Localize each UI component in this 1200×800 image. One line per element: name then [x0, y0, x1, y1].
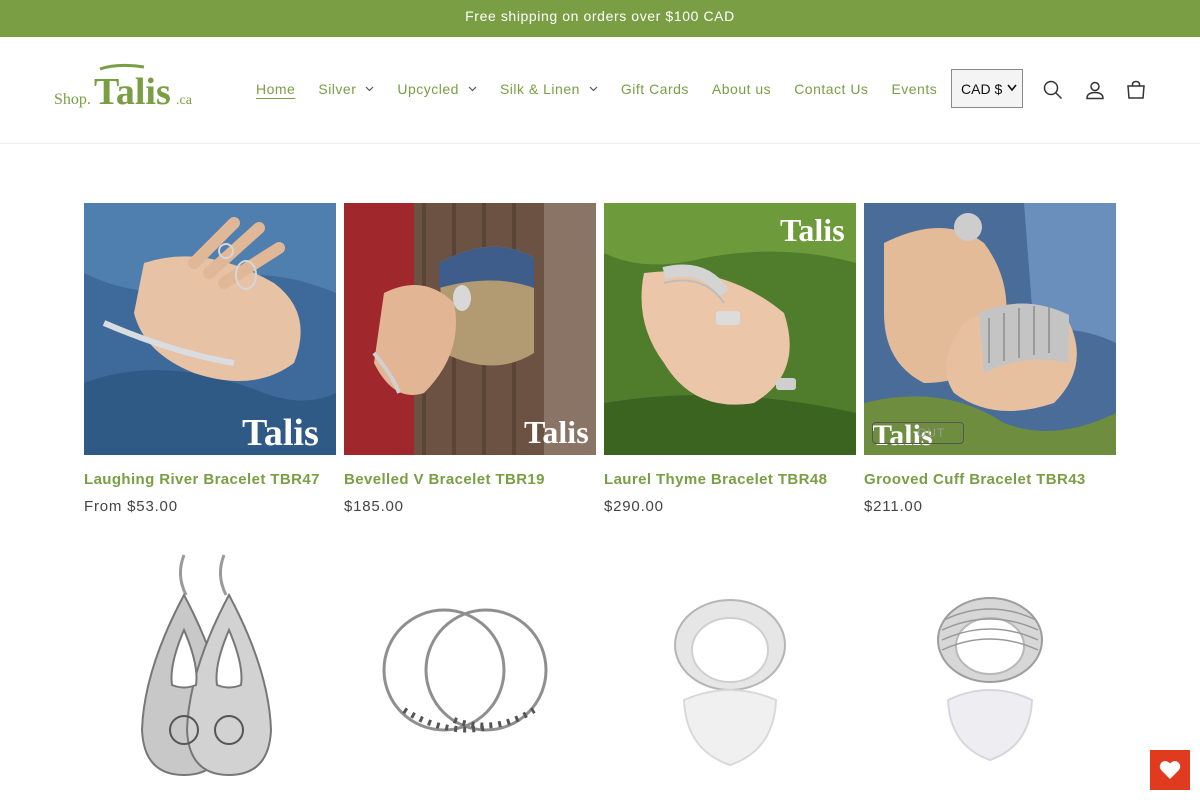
product-card[interactable] [864, 550, 1116, 800]
watermark: Talis [242, 412, 319, 454]
site-header: Shop. Talis .ca Home Silver Upcycled Sil… [0, 37, 1200, 144]
svg-text:.ca: .ca [176, 93, 193, 108]
nav-item-silver[interactable]: Silver [318, 81, 374, 97]
product-image[interactable] [344, 550, 596, 800]
chevron-down-icon [1007, 84, 1017, 92]
product-title[interactable]: Grooved Cuff Bracelet TBR43 [864, 471, 1116, 488]
product-card[interactable]: Talis Laurel Thyme Bracelet TBR48 $290.0… [604, 203, 856, 515]
nav-label: Home [256, 81, 296, 97]
nav-label: About us [711, 81, 772, 97]
nav-label: Gift Cards [620, 81, 689, 97]
product-image[interactable]: Talis [84, 203, 336, 455]
product-card[interactable] [344, 550, 596, 800]
product-price: From $53.00 [84, 498, 178, 515]
nav-item-silk-linen[interactable]: Silk & Linen [500, 81, 598, 97]
nav-label: Contact Us [794, 81, 869, 97]
product-image[interactable] [604, 550, 856, 800]
product-title[interactable]: Laurel Thyme Bracelet TBR48 [604, 471, 856, 488]
heart-icon [1159, 760, 1181, 779]
logo-mark: Shop. Talis .ca [54, 63, 193, 113]
product-title[interactable]: Bevelled V Bracelet TBR19 [344, 471, 596, 488]
announcement-bar: Free shipping on orders over $100 CAD [0, 0, 1200, 37]
nav-item-about-us[interactable]: About us [712, 81, 771, 97]
product-image[interactable]: Talis [864, 203, 1116, 455]
product-card[interactable]: Talis Grooved Cuff Bracelet TBR43 $211.0… [864, 203, 1116, 515]
watermark: Talis [780, 212, 845, 248]
nav-item-contact-us[interactable]: Contact Us [794, 81, 868, 97]
nav-label: Silver [318, 81, 357, 97]
product-image[interactable]: Talis [604, 203, 856, 455]
currency-value: CAD $ [961, 80, 1003, 97]
status-badge: OUT [872, 422, 964, 444]
product-title[interactable]: Laughing River Bracelet TBR47 [84, 471, 336, 488]
nav-item-events[interactable]: Events [891, 81, 937, 97]
currency-select[interactable]: CAD $ [951, 69, 1023, 108]
nav-label: Silk & Linen [499, 81, 580, 97]
nav-item-upcycled[interactable]: Upcycled [397, 81, 477, 97]
product-image[interactable] [84, 550, 336, 800]
logo[interactable]: Shop. Talis .ca [52, 61, 204, 113]
wishlist-button[interactable] [1150, 750, 1190, 790]
product-price: $290.00 [604, 498, 664, 515]
main-nav: Home Silver Upcycled Silk & Linen Gift C… [256, 81, 960, 97]
cart-icon[interactable] [1125, 79, 1147, 101]
svg-text:Talis: Talis [94, 71, 171, 113]
product-price: $211.00 [864, 498, 923, 515]
product-price: $185.00 [344, 498, 404, 515]
product-image[interactable] [864, 550, 1116, 800]
product-image[interactable]: Talis [344, 203, 596, 455]
chevron-down-icon [365, 86, 374, 92]
product-card[interactable]: Talis Laughing River Bracelet TBR47 From… [84, 203, 336, 515]
svg-text:Shop.: Shop. [54, 91, 91, 108]
product-card[interactable]: Talis Bevelled V Bracelet TBR19 $185.00 [344, 203, 596, 515]
nav-label: Events [891, 81, 938, 97]
chevron-down-icon [468, 86, 477, 92]
watermark: Talis [524, 414, 589, 450]
product-card[interactable] [84, 550, 336, 800]
product-card[interactable] [604, 550, 856, 800]
nav-item-home[interactable]: Home [256, 81, 295, 97]
nav-label: Upcycled [397, 81, 459, 97]
account-icon[interactable] [1084, 79, 1106, 101]
search-icon[interactable] [1042, 79, 1064, 101]
nav-item-gift-cards[interactable]: Gift Cards [621, 81, 689, 97]
chevron-down-icon [589, 86, 598, 92]
